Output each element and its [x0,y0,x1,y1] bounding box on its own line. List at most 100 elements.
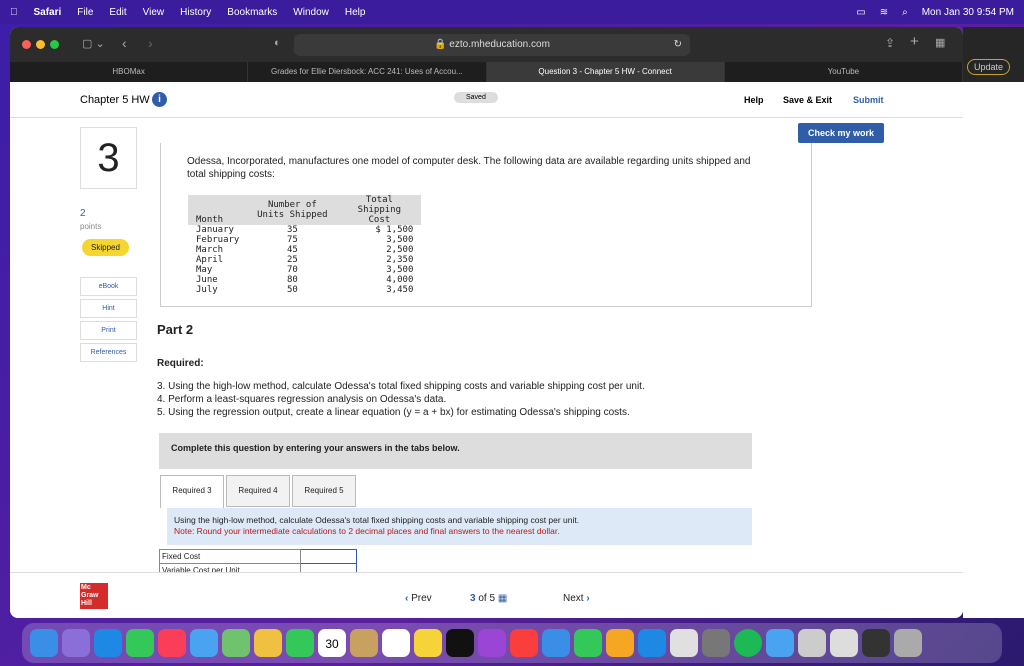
menu-bookmarks[interactable]: Bookmarks [227,7,277,18]
safari-icon[interactable] [94,629,122,657]
shield-icon[interactable]: ◐ [274,37,281,49]
tab-required-4[interactable]: Required 4 [226,475,290,507]
menu-view[interactable]: View [143,7,165,18]
page-header: Chapter 5 HW i Saved Help Save & Exit Su… [10,82,963,118]
news-icon[interactable] [510,629,538,657]
month-cell: July [196,285,218,295]
cost-cell: 2,500 [386,245,414,255]
tab-required-5[interactable]: Required 5 [292,475,356,507]
new-tab-icon[interactable]: + [910,33,919,50]
battery-icon[interactable]: ▭ [856,7,865,18]
print-link[interactable]: Print [80,321,137,340]
prev-button[interactable]: ‹ Prev [405,593,432,604]
current-page: 3 [470,593,476,604]
close-button[interactable] [22,40,31,49]
month-cell: January [196,225,234,235]
page-indicator[interactable]: 3 of 5 ▦ [470,593,507,604]
tab-hbomax[interactable]: HBOMax [10,62,249,82]
sidebar-icon[interactable]: ▢ ⌄ [82,37,105,50]
references-link[interactable]: References [80,343,137,362]
contacts-icon[interactable] [350,629,378,657]
check-my-work-button[interactable]: Check my work [798,123,885,143]
spotify-icon[interactable] [734,629,762,657]
messages-icon[interactable] [126,629,154,657]
maps-icon[interactable] [222,629,250,657]
mail-icon[interactable] [190,629,218,657]
tv-icon[interactable] [446,629,474,657]
finder-icon[interactable] [30,629,58,657]
menu-help[interactable]: Help [345,7,366,18]
tab-overview-icon[interactable]: ▦ [935,36,945,49]
document-icon[interactable] [830,629,858,657]
saved-badge: Saved [454,92,498,103]
month-cell: April [196,255,224,265]
tab-bar: HBOMax Grades for Ellie Diersbock: ACC 2… [10,62,963,82]
settings-icon[interactable] [702,629,730,657]
part-title: Part 2 [157,322,194,337]
instruction-text: Using the high-low method, calculate Ode… [174,515,580,525]
grid-icon[interactable]: ▦ [498,593,507,604]
safari-window: ▢ ⌄ ‹ › ◐ 🔒 ezto.mheducation.com ↻ ⇪ + ▦ … [10,27,963,618]
podcasts-icon[interactable] [478,629,506,657]
tab-required-3[interactable]: Required 3 [160,475,224,508]
window-thumbnail-icon[interactable] [862,629,890,657]
reminders-icon[interactable] [382,629,410,657]
photos-icon[interactable] [254,629,282,657]
tab-question[interactable]: Question 3 - Chapter 5 HW - Connect [486,62,725,82]
instructions-banner: Complete this question by entering your … [159,433,752,469]
menu-history[interactable]: History [180,7,211,18]
numbers-icon[interactable] [574,629,602,657]
help-link[interactable]: Help [744,95,764,105]
month-cell: June [196,275,218,285]
app-store-icon[interactable] [638,629,666,657]
note-text: Note: Round your intermediate calculatio… [174,526,560,536]
menu-app[interactable]: Safari [34,7,62,18]
address-bar[interactable]: 🔒 ezto.mheducation.com ↻ [294,34,690,56]
save-exit-button[interactable]: Save & Exit [783,95,832,105]
hint-link[interactable]: Hint [80,299,137,318]
required-item-4: 4. Perform a least-squares regression an… [157,394,447,405]
globe-icon[interactable] [766,629,794,657]
info-icon[interactable]: i [152,92,167,107]
keynote-icon[interactable] [542,629,570,657]
music-icon[interactable] [158,629,186,657]
preview-icon[interactable] [798,629,826,657]
calendar-icon[interactable]: 30 [318,629,346,657]
units-cell: 50 [286,285,298,295]
back-icon[interactable]: ‹ [122,35,127,51]
points-value: 2 [80,208,86,219]
tab-grades[interactable]: Grades for Ellie Diersbock: ACC 241: Use… [248,62,487,82]
share-icon[interactable]: ⇪ [885,36,895,50]
launchpad-icon[interactable] [62,629,90,657]
units-cell: 35 [286,225,298,235]
facetime-icon[interactable] [286,629,314,657]
next-button[interactable]: Next › [563,593,590,604]
points-label: points [80,222,102,231]
wifi-icon[interactable]: ≋ [880,7,888,18]
tab-youtube[interactable]: YouTube [725,62,963,82]
cost-cell: $ 1,500 [375,225,414,235]
notes-icon[interactable] [414,629,442,657]
trash-icon[interactable] [894,629,922,657]
question-intro: Odessa, Incorporated, manufactures one m… [187,156,751,180]
forward-icon[interactable]: › [148,35,153,51]
zoom-button[interactable] [50,40,59,49]
submit-button[interactable]: Submit [853,95,884,105]
minimize-button[interactable] [36,40,45,49]
col-cost: Total Shipping Cost [337,195,422,225]
menu-window[interactable]: Window [293,7,329,18]
table-row: February 75 3,500 [188,235,421,245]
reload-icon[interactable]: ↻ [674,34,682,56]
clock[interactable]: Mon Jan 30 9:54 PM [922,7,1014,18]
table-row: June 80 4,000 [188,275,421,285]
pages-icon[interactable] [606,629,634,657]
ebook-link[interactable]: eBook [80,277,137,296]
update-button[interactable]: Update [967,59,1011,75]
apple-icon[interactable]:  [10,7,18,18]
fixed-cost-input[interactable] [300,549,357,564]
menu-edit[interactable]: Edit [109,7,126,18]
menu-file[interactable]: File [77,7,93,18]
units-cell: 75 [286,235,298,245]
chrome-icon[interactable] [670,629,698,657]
search-icon[interactable]: ⌕ [902,7,908,18]
